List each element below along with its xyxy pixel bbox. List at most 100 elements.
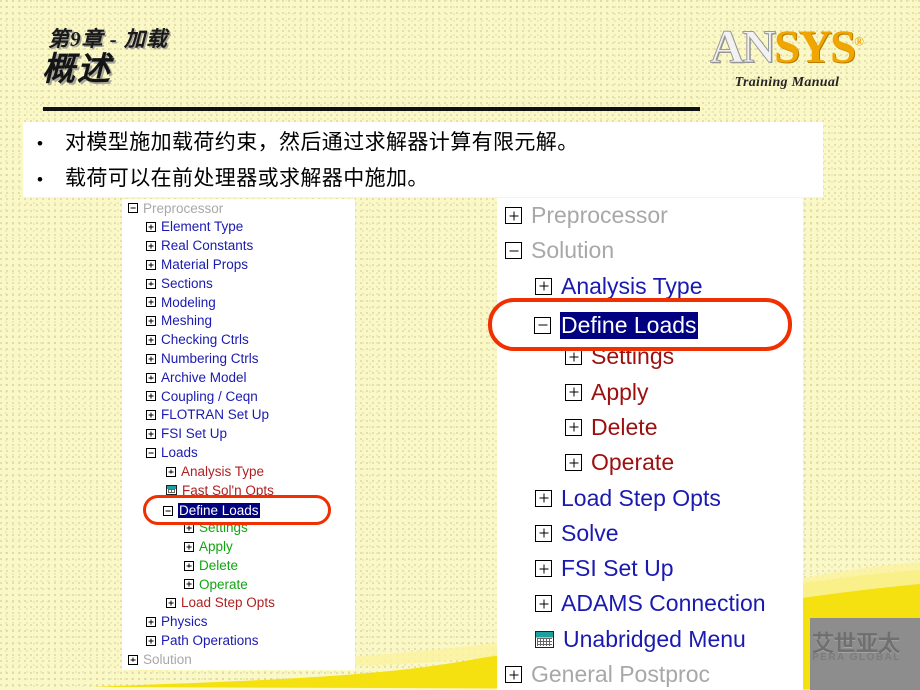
tree-item-label: Solution [531,237,615,264]
minus-box-icon[interactable] [534,316,551,334]
plus-box-icon[interactable] [535,595,552,613]
tree-item-label: Solution [143,651,192,667]
tree-item-operate[interactable]: Operate [497,445,803,480]
tree-item-apply[interactable]: Apply [122,537,355,556]
tree-item-real-constants[interactable]: Real Constants [122,237,355,256]
plus-box-icon[interactable] [146,616,156,627]
plus-box-icon[interactable] [565,383,582,401]
ansys-logo: ANSYS® Training Manual [692,21,882,91]
ansys-main-menu-tree-right[interactable]: Preprocessor Solution Analysis Type Define … [497,198,803,690]
tree-item-apply[interactable]: Apply [497,374,803,409]
tree-item-load-step-opts[interactable]: Load Step Opts [122,594,355,613]
minus-box-icon[interactable] [128,203,138,214]
tree-item-label: Apply [199,538,233,554]
minus-box-icon[interactable] [146,447,156,458]
tree-item-general-postproc[interactable]: General Postproc [497,657,803,690]
plus-box-icon[interactable] [146,316,156,327]
tree-item-label: Load Step Opts [181,595,275,611]
tree-item-adams-connection[interactable]: ADAMS Connection [497,586,803,621]
tree-item-checking-ctrls[interactable]: Checking Ctrls [122,331,355,350]
tree-item-archive-model[interactable]: Archive Model [122,368,355,387]
tree-item-solve[interactable]: Solve [497,516,803,551]
plus-box-icon[interactable] [505,207,522,225]
tree-item-delete[interactable]: Delete [122,556,355,575]
plus-box-icon[interactable] [146,278,156,289]
tree-item-physics[interactable]: Physics [122,613,355,632]
tree-item-preprocessor[interactable]: Preprocessor [122,199,355,218]
plus-box-icon[interactable] [146,410,156,421]
tree-item-operate[interactable]: Operate [122,575,355,594]
tree-item-flotran-set-up[interactable]: FLOTRAN Set Up [122,406,355,425]
tree-item-modeling[interactable]: Modeling [122,293,355,312]
tree-item-loads[interactable]: Loads [122,443,355,462]
plus-box-icon[interactable] [565,418,582,436]
tree-item-analysis-type[interactable]: Analysis Type [122,462,355,481]
plus-box-icon[interactable] [146,334,156,345]
plus-box-icon[interactable] [505,666,522,683]
plus-box-icon[interactable] [166,466,176,477]
page-title: 第9章 - 加载 概述 [42,27,168,88]
logo-subtitle: Training Manual [734,75,840,90]
tree-item-label: Preprocessor [143,200,224,216]
tree-item-sections[interactable]: Sections [122,274,355,293]
tree-item-fsi-set-up[interactable]: FSI Set Up [497,551,803,586]
tree-item-numbering-ctrls[interactable]: Numbering Ctrls [122,349,355,368]
tree-item-label: Delete [591,413,658,440]
minus-box-icon[interactable] [505,242,522,260]
minus-box-icon[interactable] [163,505,173,516]
plus-box-icon[interactable] [184,541,194,552]
ansys-wordmark: ANSYS® [692,21,882,73]
plus-box-icon[interactable] [146,391,156,402]
plus-box-icon[interactable] [535,489,552,507]
tree-item-coupling-ceqn[interactable]: Coupling / Ceqn [122,387,355,406]
plus-box-icon[interactable] [146,297,156,308]
plus-box-icon[interactable] [128,654,138,665]
plus-box-icon[interactable] [146,635,156,646]
tree-item-label: Material Props [161,257,249,273]
ansys-main-menu-tree-left[interactable]: Preprocessor Element Type Real Constants Ma… [122,199,355,670]
menu-grid-icon[interactable] [166,485,177,496]
tree-item-delete[interactable]: Delete [497,410,803,445]
plus-box-icon[interactable] [166,598,176,609]
plus-box-icon[interactable] [535,560,552,578]
highlighted-item-right-label: Define Loads [560,311,698,339]
highlighted-item-left[interactable]: Define Loads [163,501,260,520]
plus-box-icon[interactable] [146,240,156,251]
plus-box-icon[interactable] [146,372,156,383]
tree-item-label: Element Type [161,219,244,235]
tree-item-fsi-set-up[interactable]: FSI Set Up [122,425,355,444]
plus-box-icon[interactable] [565,454,582,472]
bullet-marker-icon: • [37,170,43,189]
slide-canvas: 第9章 - 加载 概述 ANSYS® Training Manual • 对模型… [0,0,920,690]
tree-item-unabridged-menu[interactable]: Unabridged Menu [497,622,803,657]
plus-box-icon[interactable] [146,353,156,364]
tree-item-label: Modeling [161,294,216,310]
tree-item-label: Analysis Type [181,463,265,479]
plus-box-icon[interactable] [184,579,194,590]
tree-item-element-type[interactable]: Element Type [122,218,355,237]
tree-item-label: Archive Model [161,369,247,385]
pera-global-watermark: 艾世亚太 PERA GLOBAL [810,618,920,690]
plus-box-icon[interactable] [146,428,156,439]
plus-box-icon[interactable] [184,560,194,571]
section-title: 概述 [42,52,112,89]
tree-item-load-step-opts[interactable]: Load Step Opts [497,480,803,515]
tree-item-path-operations[interactable]: Path Operations [122,631,355,650]
tree-item-solution[interactable]: Solution [497,233,803,268]
plus-box-icon[interactable] [146,222,156,233]
plus-box-icon[interactable] [535,524,552,542]
tree-item-material-props[interactable]: Material Props [122,255,355,274]
tree-item-meshing[interactable]: Meshing [122,312,355,331]
tree-item-label: Operate [199,576,248,592]
highlighted-item-right[interactable]: Define Loads [534,308,698,342]
tree-item-preprocessor[interactable]: Preprocessor [497,198,803,233]
logo-text-sys: SYS [773,21,856,73]
menu-grid-icon[interactable] [535,630,554,648]
tree-item-label: Path Operations [161,632,259,648]
tree-item-label: Load Step Opts [561,484,721,511]
plus-box-icon[interactable] [146,259,156,270]
tree-item-solution[interactable]: Solution [122,650,355,669]
plus-box-icon[interactable] [535,277,552,295]
tree-item-label: Sections [161,275,213,291]
tree-item-label: FLOTRAN Set Up [161,407,270,423]
